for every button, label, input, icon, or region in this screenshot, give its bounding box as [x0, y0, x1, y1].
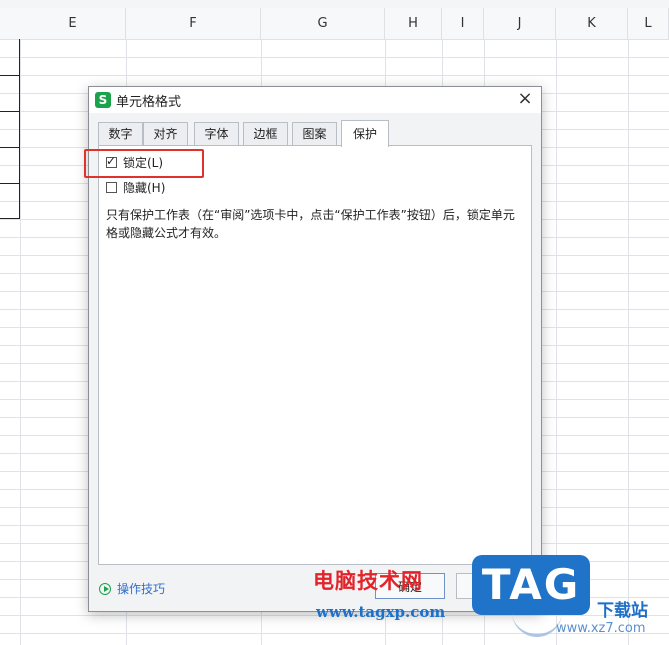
- cell-border: [0, 111, 20, 112]
- play-circle-icon: [99, 582, 111, 595]
- watermark-url: www.tagxp.com: [316, 603, 446, 621]
- dialog-title: 单元格格式: [116, 95, 182, 110]
- cell-border: [19, 39, 20, 219]
- column-header-h[interactable]: H: [385, 8, 442, 39]
- cell-border: [0, 147, 20, 148]
- column-header-j[interactable]: J: [484, 8, 556, 39]
- column-header-i[interactable]: I: [442, 8, 484, 39]
- cell-border: [0, 183, 20, 184]
- column-header-e[interactable]: E: [20, 8, 126, 39]
- protection-panel: ✓ 锁定(L) 隐藏(H) 只有保护工作表（在“审阅”选项卡中，点击“保护工作表…: [98, 145, 532, 565]
- protection-note: 只有保护工作表（在“审阅”选项卡中，点击“保护工作表”按钮）后，锁定单元格或隐藏…: [106, 208, 515, 240]
- lock-checkbox-label: 锁定(L): [123, 155, 164, 170]
- hide-checkbox-row[interactable]: 隐藏(H): [106, 179, 165, 195]
- tab-alignment[interactable]: 对齐: [143, 122, 188, 145]
- watermark-cn-text: 电脑技术网: [313, 569, 423, 593]
- close-icon[interactable]: ×: [515, 89, 535, 109]
- hide-checkbox[interactable]: [106, 181, 117, 193]
- tab-font[interactable]: 字体: [194, 122, 239, 145]
- tab-protection[interactable]: 保护: [341, 120, 389, 147]
- tab-pattern[interactable]: 图案: [292, 122, 337, 145]
- tips-link[interactable]: 操作技巧: [99, 580, 165, 597]
- column-header-g[interactable]: G: [261, 8, 385, 39]
- cell-border: [0, 218, 20, 219]
- tab-border[interactable]: 边框: [243, 122, 288, 145]
- lock-checkbox[interactable]: ✓: [106, 153, 117, 168]
- column-header-l[interactable]: L: [628, 8, 669, 39]
- checkmark-icon: ✓: [106, 153, 117, 168]
- lock-checkbox-row[interactable]: ✓ 锁定(L): [106, 154, 163, 170]
- watermark-site-url: www.xz7.com: [556, 621, 646, 636]
- column-header-f[interactable]: F: [126, 8, 261, 39]
- column-header-row: E F G H I J K L: [0, 8, 669, 40]
- cell-border: [0, 75, 20, 76]
- hide-checkbox-label: 隐藏(H): [123, 180, 166, 195]
- tab-number[interactable]: 数字: [98, 122, 143, 145]
- column-header-k[interactable]: K: [556, 8, 628, 39]
- format-cells-dialog: S 单元格格式 × 数字 对齐 字体 边框 图案 保护 ✓ 锁定(L) 隐藏(H…: [88, 86, 542, 612]
- watermark-site-name: 下载站: [597, 601, 648, 621]
- gridline-horizontal: [0, 75, 669, 76]
- dialog-title-bar[interactable]: S 单元格格式 ×: [89, 87, 541, 113]
- tips-label: 操作技巧: [117, 582, 166, 596]
- gridline-horizontal: [0, 39, 669, 40]
- gridline-horizontal: [0, 57, 669, 58]
- wps-spreadsheet-icon: S: [95, 92, 111, 108]
